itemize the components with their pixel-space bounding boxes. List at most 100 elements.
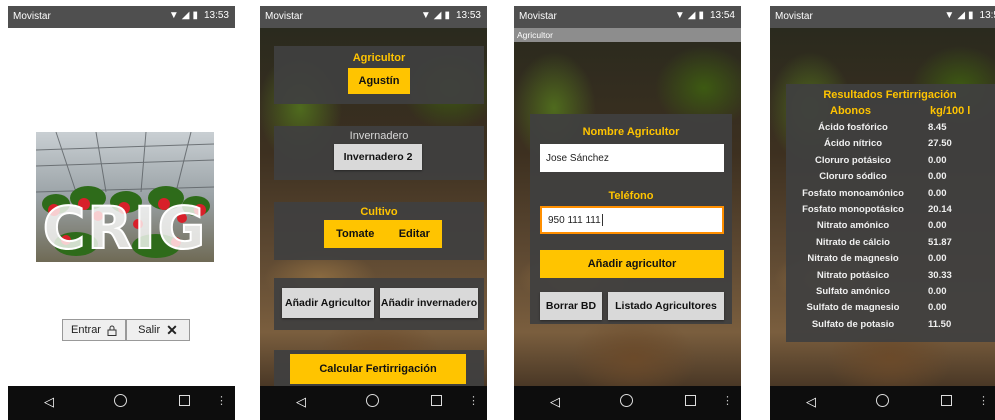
more-icon[interactable]: ⋮ [722,394,733,407]
more-icon[interactable]: ⋮ [216,394,227,407]
fertilizer-name: Nitrato potásico [816,269,890,281]
fertilizer-name: Nitrato de magnesio [807,253,899,265]
phone-label: Teléfono [608,190,654,202]
farmer-panel: Agricultor Agustín [274,46,484,104]
fertilizer-amount: 8.45 [928,122,947,133]
crop-panel: Cultivo Tomate Editar [274,202,484,260]
clock: 13:53 [455,10,481,21]
table-row: Ácido fosfórico 8.45 [786,122,995,138]
fertilizer-amount: 0.00 [928,171,947,183]
table-row: Nitrato de cálcio 51.87 [786,237,995,253]
recents-icon[interactable] [941,395,952,406]
fertilizer-name: Sulfato de potasio [811,318,895,330]
battery-icon: ▮ [968,10,974,21]
fertilizer-name: Fosfato monoamónico [802,187,904,199]
add-farmer-button[interactable]: Añadir Agricultor [282,288,374,318]
enter-label: Entrar [71,324,101,336]
name-label: Nombre Agricultor [582,126,680,138]
home-icon[interactable] [114,394,127,407]
signal-icon: ◢ [181,10,190,21]
screen-fertigation-results: Movistar ▼ ◢ ▮ 13:5 Resultados Fertirrig… [770,6,995,420]
nav-bar: ◁ ⋮ [8,386,235,420]
fertilizer-amount: 11.50 [928,318,952,330]
table-row: Fosfato monoamónico 0.00 [786,188,995,204]
recents-icon[interactable] [431,395,442,406]
home-icon[interactable] [876,394,889,407]
add-panel: Añadir Agricultor Añadir invernadero [274,278,484,330]
battery-icon: ▮ [444,10,450,21]
fertilizer-amount: 27.50 [928,138,952,150]
phone-field[interactable]: 950 111 111 [540,206,724,234]
battery-icon: ▮ [192,10,198,21]
wifi-icon: ▼ [944,10,955,21]
greenhouse-panel: Invernadero Invernadero 2 [274,126,484,180]
lock-icon [107,325,117,336]
back-icon[interactable]: ◁ [550,395,560,410]
fertilizer-name: Ácido fosfórico [818,122,888,133]
carrier-label: Movistar [13,11,51,22]
recents-icon[interactable] [685,395,696,406]
fertilizer-name: Nitrato amónico [816,220,890,232]
fertilizer-amount: 0.00 [928,302,947,314]
farmer-select-button[interactable]: Agustín [348,68,410,94]
farmer-label: Agricultor [352,52,406,64]
greenhouse-select-button[interactable]: Invernadero 2 [334,144,422,170]
signal-icon: ◢ [687,10,696,21]
more-icon[interactable]: ⋮ [468,394,479,407]
fertilizer-amount: 30.33 [928,269,952,281]
fertilizer-name: Nitrato de cálcio [816,236,890,248]
back-icon[interactable]: ◁ [296,395,306,410]
wifi-icon: ▼ [420,10,431,21]
exit-button[interactable]: Salir ✕ [126,319,190,341]
name-field[interactable]: Jose Sánchez [540,144,724,172]
fertilizer-name: Sulfato amónico [816,286,890,297]
fertilizer-amount: 0.00 [928,253,947,265]
fertilizer-amount: 0.00 [928,187,947,199]
text-cursor [601,214,603,226]
phone-value: 950 111 111 [548,214,601,226]
fertilizer-amount: 0.00 [928,220,947,232]
signal-icon: ◢ [957,10,966,21]
col-fertilizer-header: Abonos [830,105,871,117]
home-icon[interactable] [366,394,379,407]
table-row: Ácido nítrico 27.50 [786,138,995,154]
table-row: Fosfato monopotásico 20.14 [786,204,995,220]
delete-db-button[interactable]: Borrar BD [540,292,602,320]
add-farmer-button[interactable]: Añadir agricultor [540,250,724,278]
edit-button[interactable]: Editar [399,228,430,240]
results-title: Resultados Fertirrigación [823,89,957,101]
nav-bar: ◁ ⋮ [770,386,995,420]
table-row: Cloruro sódico 0.00 [786,171,995,187]
clock: 13:54 [709,10,735,21]
clock: 13:5 [979,10,995,21]
crop-label: Cultivo [360,206,398,218]
results-panel: Resultados Fertirrigación Abonos kg/100 … [786,84,995,342]
farmer-form-panel: Nombre Agricultor Jose Sánchez Teléfono … [530,114,732,324]
wifi-icon: ▼ [168,10,179,21]
greenhouse-label: Invernadero [349,130,409,142]
window-title: Agricultor [514,28,741,42]
table-row: Nitrato potásico 30.33 [786,270,995,286]
farmer-list-button[interactable]: Listado Agricultores [608,292,724,320]
table-row: Cloruro potásico 0.00 [786,155,995,171]
exit-label: Salir [138,324,161,336]
crop-bar: Tomate Editar [324,220,442,248]
signal-icon: ◢ [433,10,442,21]
recents-icon[interactable] [179,395,190,406]
carrier-label: Movistar [775,11,813,22]
home-icon[interactable] [620,394,633,407]
add-greenhouse-button[interactable]: Añadir invernadero [380,288,478,318]
fertilizer-name: Ácido nítrico [823,138,883,150]
calculate-fertigation-button[interactable]: Calcular Fertirrigación [290,354,466,384]
crop-select-button[interactable]: Tomate [336,228,374,240]
logo-text: CRIG [43,194,207,262]
enter-button[interactable]: Entrar [62,319,126,341]
crig-logo: CRIG [36,132,214,262]
table-row: Sulfato amónico 0.00 [786,286,995,302]
back-icon[interactable]: ◁ [44,395,54,410]
carrier-label: Movistar [265,11,303,22]
back-icon[interactable]: ◁ [806,395,816,410]
status-bar: Movistar ▼ ◢ ▮ 13:53 [260,6,487,28]
more-icon[interactable]: ⋮ [978,394,989,407]
fertilizer-amount: 0.00 [928,154,947,166]
